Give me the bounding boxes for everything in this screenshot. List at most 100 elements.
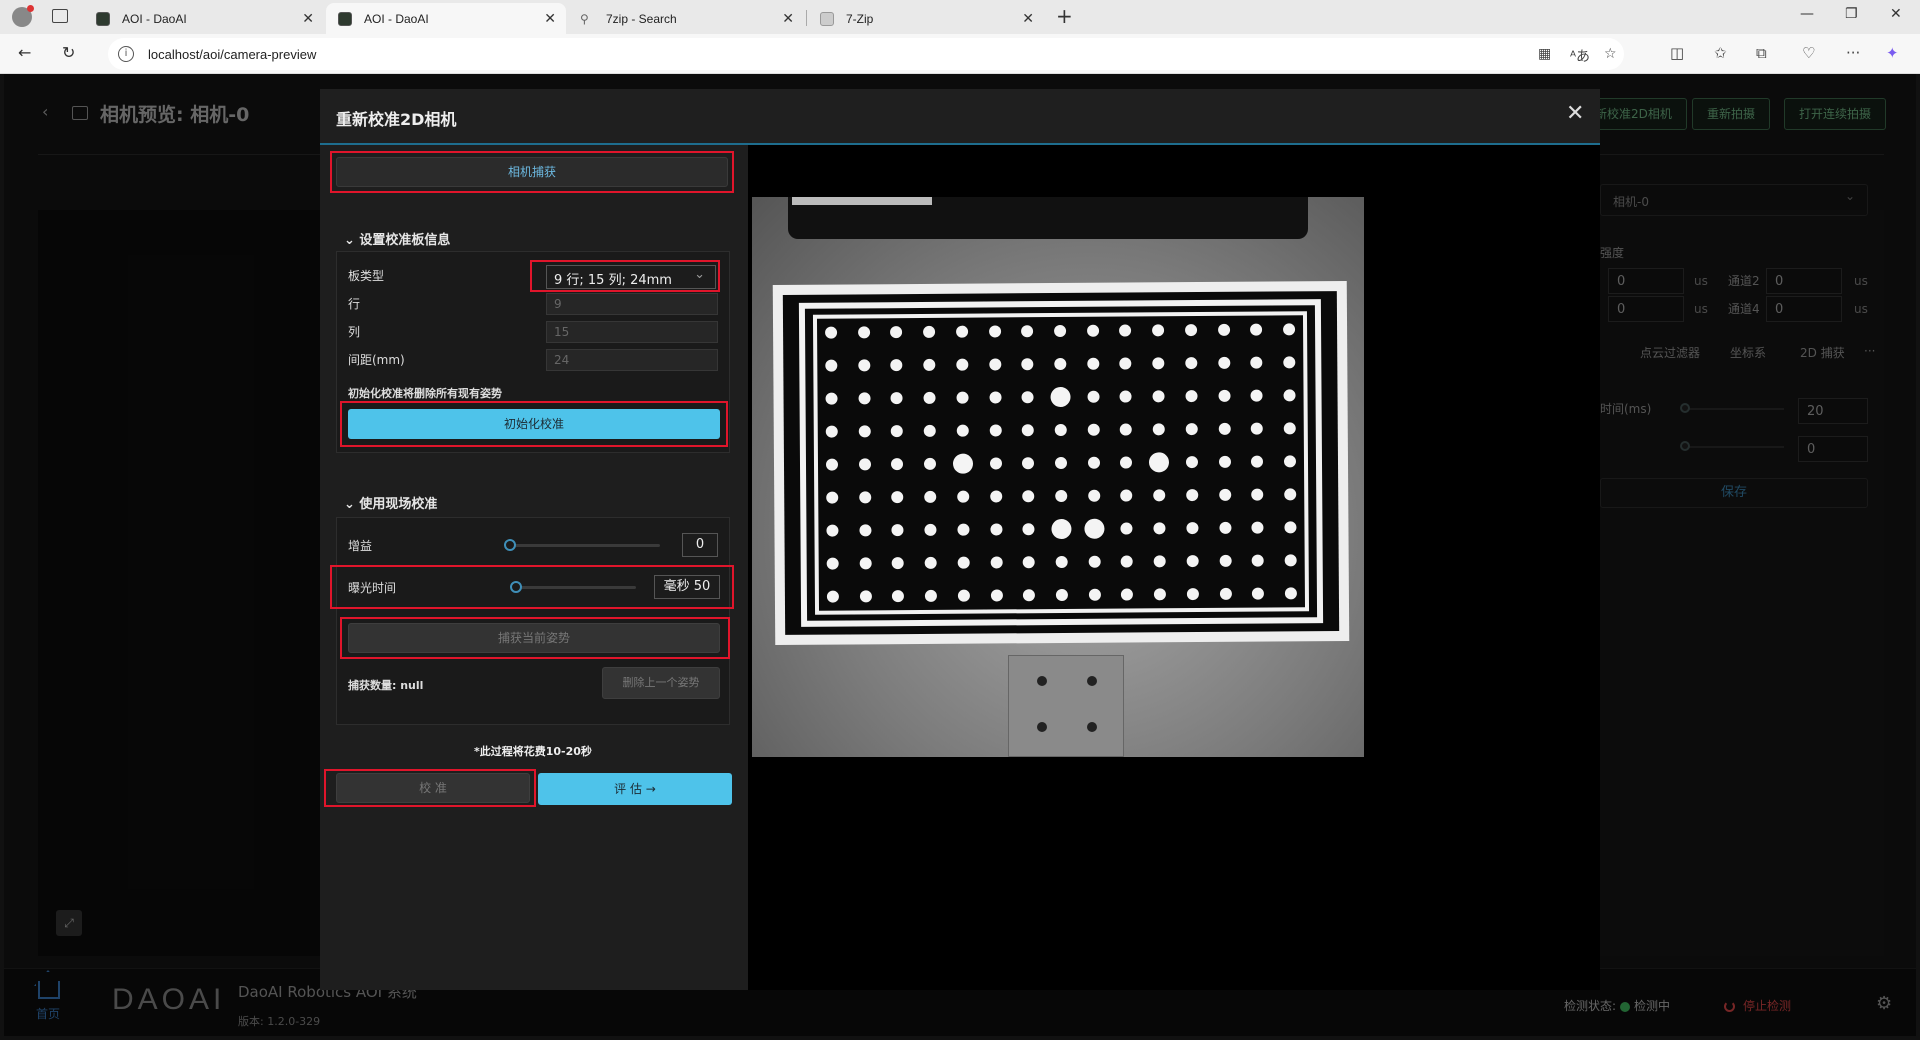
calibration-dot: [1250, 323, 1263, 336]
calibration-dot: [1283, 389, 1296, 402]
calibration-dot: [1087, 390, 1100, 403]
refresh-icon[interactable]: ↻: [62, 43, 75, 62]
exposure-input[interactable]: 毫秒 50: [654, 575, 720, 599]
calibration-dot: [1184, 324, 1197, 337]
favorites-icon[interactable]: ✩: [1714, 44, 1727, 62]
calibration-dot: [956, 358, 969, 371]
gain-slider-knob[interactable]: [504, 539, 516, 551]
calibration-dot: [859, 590, 872, 603]
calibration-dot: [1120, 456, 1133, 469]
calibration-controls-panel: 相机捕获 ⌄ 设置校准板信息 板类型 9 行; 15 列; 24mm ⌄ 行 9 …: [320, 145, 748, 990]
more-menu-icon[interactable]: ···: [1846, 44, 1860, 62]
calibration-dot: [1217, 356, 1230, 369]
close-tab-icon[interactable]: ✕: [302, 10, 314, 27]
browser-tab-3[interactable]: ⚲ 7zip - Search ✕: [568, 3, 804, 34]
copilot-icon[interactable]: ✦: [1886, 44, 1899, 62]
calibration-dot: [1021, 358, 1034, 371]
calibration-dot: [1218, 389, 1231, 402]
evaluate-button[interactable]: 评 估 →: [538, 773, 732, 805]
board-section-title[interactable]: ⌄ 设置校准板信息: [344, 229, 450, 248]
new-tab-icon[interactable]: +: [1056, 4, 1073, 28]
close-window-icon[interactable]: ✕: [1890, 6, 1902, 22]
read-aloud-icon[interactable]: ᴬあ: [1570, 46, 1590, 66]
close-tab-icon[interactable]: ✕: [544, 10, 556, 27]
calibration-dot: [1121, 555, 1134, 568]
calibration-dot: [1119, 324, 1132, 337]
calibration-dot: [924, 556, 937, 569]
field-section-title[interactable]: ⌄ 使用现场校准: [344, 493, 437, 512]
calibration-dot: [1250, 356, 1263, 369]
spacing-input[interactable]: 24: [546, 349, 718, 371]
calibration-dot: [1120, 423, 1133, 436]
calibration-dot: [826, 590, 839, 603]
rows-input[interactable]: 9: [546, 293, 718, 315]
calibration-dot: [988, 358, 1001, 371]
capture-pose-button[interactable]: 捕获当前姿势: [348, 623, 720, 653]
split-screen-icon[interactable]: ◫: [1670, 44, 1684, 62]
calibration-dot: [923, 358, 936, 371]
tab-label: AOI - DaoAI: [364, 11, 429, 26]
bolt: [1087, 676, 1097, 686]
board-frame: [798, 299, 1324, 627]
calibration-dot: [1022, 490, 1035, 503]
exposure-slider-knob[interactable]: [510, 581, 522, 593]
calibration-dot: [1153, 489, 1166, 502]
app-available-icon[interactable]: ▦: [1538, 46, 1551, 62]
search-icon: ⚲: [580, 11, 589, 26]
board-black-area: [782, 291, 1340, 635]
calibration-dot: [956, 424, 969, 437]
cols-input[interactable]: 15: [546, 321, 718, 343]
site-info-icon[interactable]: i: [118, 46, 134, 62]
calibration-dot: [1218, 422, 1231, 435]
calibration-dot: [1252, 587, 1265, 600]
calibration-dot: [1251, 554, 1265, 567]
restore-icon[interactable]: ❐: [1845, 6, 1858, 22]
init-warning-text: 初始化校准将删除所有现有姿势: [348, 387, 502, 400]
url-field[interactable]: i localhost/aoi/camera-preview ▦ ᴬあ ☆: [108, 38, 1624, 70]
camera-capture-button[interactable]: 相机捕获: [336, 157, 728, 187]
calibration-dot: [957, 523, 970, 536]
calibration-dot: [826, 557, 839, 570]
calibration-dot: [1219, 554, 1232, 567]
minimize-icon[interactable]: —: [1800, 6, 1814, 22]
browser-essentials-icon[interactable]: ♡: [1802, 44, 1815, 62]
calibration-dot: [858, 392, 871, 405]
delete-last-pose-button[interactable]: 删除上一个姿势: [602, 667, 720, 699]
calibrate-button[interactable]: 校 准: [336, 773, 530, 803]
gain-slider[interactable]: [510, 544, 660, 547]
close-tab-icon[interactable]: ✕: [782, 10, 794, 27]
chevron-down-icon: ⌄: [694, 267, 705, 282]
back-arrow-icon[interactable]: ←: [18, 43, 31, 62]
tab-actions-icon[interactable]: [52, 9, 68, 23]
exposure-slider[interactable]: [516, 586, 636, 589]
browser-tab-2[interactable]: AOI - DaoAI ✕: [326, 3, 566, 34]
calibration-dot: [826, 491, 839, 504]
calibration-dot: [1186, 555, 1199, 568]
profile-avatar-icon[interactable]: [12, 5, 34, 27]
spacing-label: 间距(mm): [348, 353, 405, 367]
favorite-star-icon[interactable]: ☆: [1604, 46, 1617, 62]
calibration-dot: [825, 359, 838, 372]
calibration-dot: [1185, 357, 1198, 370]
gain-input[interactable]: 0: [682, 533, 718, 557]
browser-tab-1[interactable]: AOI - DaoAI ✕: [84, 3, 324, 34]
rows-label: 行: [348, 297, 361, 311]
calibration-dot: [957, 589, 970, 602]
calibration-board: [772, 281, 1350, 645]
calibration-dot: [1054, 423, 1067, 437]
calibration-dot: [1054, 357, 1067, 371]
calibration-dot: [924, 457, 937, 470]
calibration-dot: [1217, 323, 1230, 336]
close-tab-icon[interactable]: ✕: [1022, 10, 1034, 27]
board-type-select[interactable]: 9 行; 15 列; 24mm ⌄: [546, 265, 716, 289]
tab-label: AOI - DaoAI: [122, 11, 187, 26]
close-icon[interactable]: ✕: [1566, 101, 1584, 126]
calibration-dot: [1022, 424, 1035, 437]
calibration-dot: [1251, 422, 1264, 435]
initialize-calibration-button[interactable]: 初始化校准: [348, 409, 720, 439]
browser-tab-4[interactable]: 7-Zip ✕: [808, 3, 1044, 34]
calibration-dot: [1087, 423, 1100, 436]
calibration-dot: [890, 392, 904, 405]
collections-icon[interactable]: ⧉: [1756, 44, 1767, 62]
calibration-dot: [891, 524, 904, 537]
